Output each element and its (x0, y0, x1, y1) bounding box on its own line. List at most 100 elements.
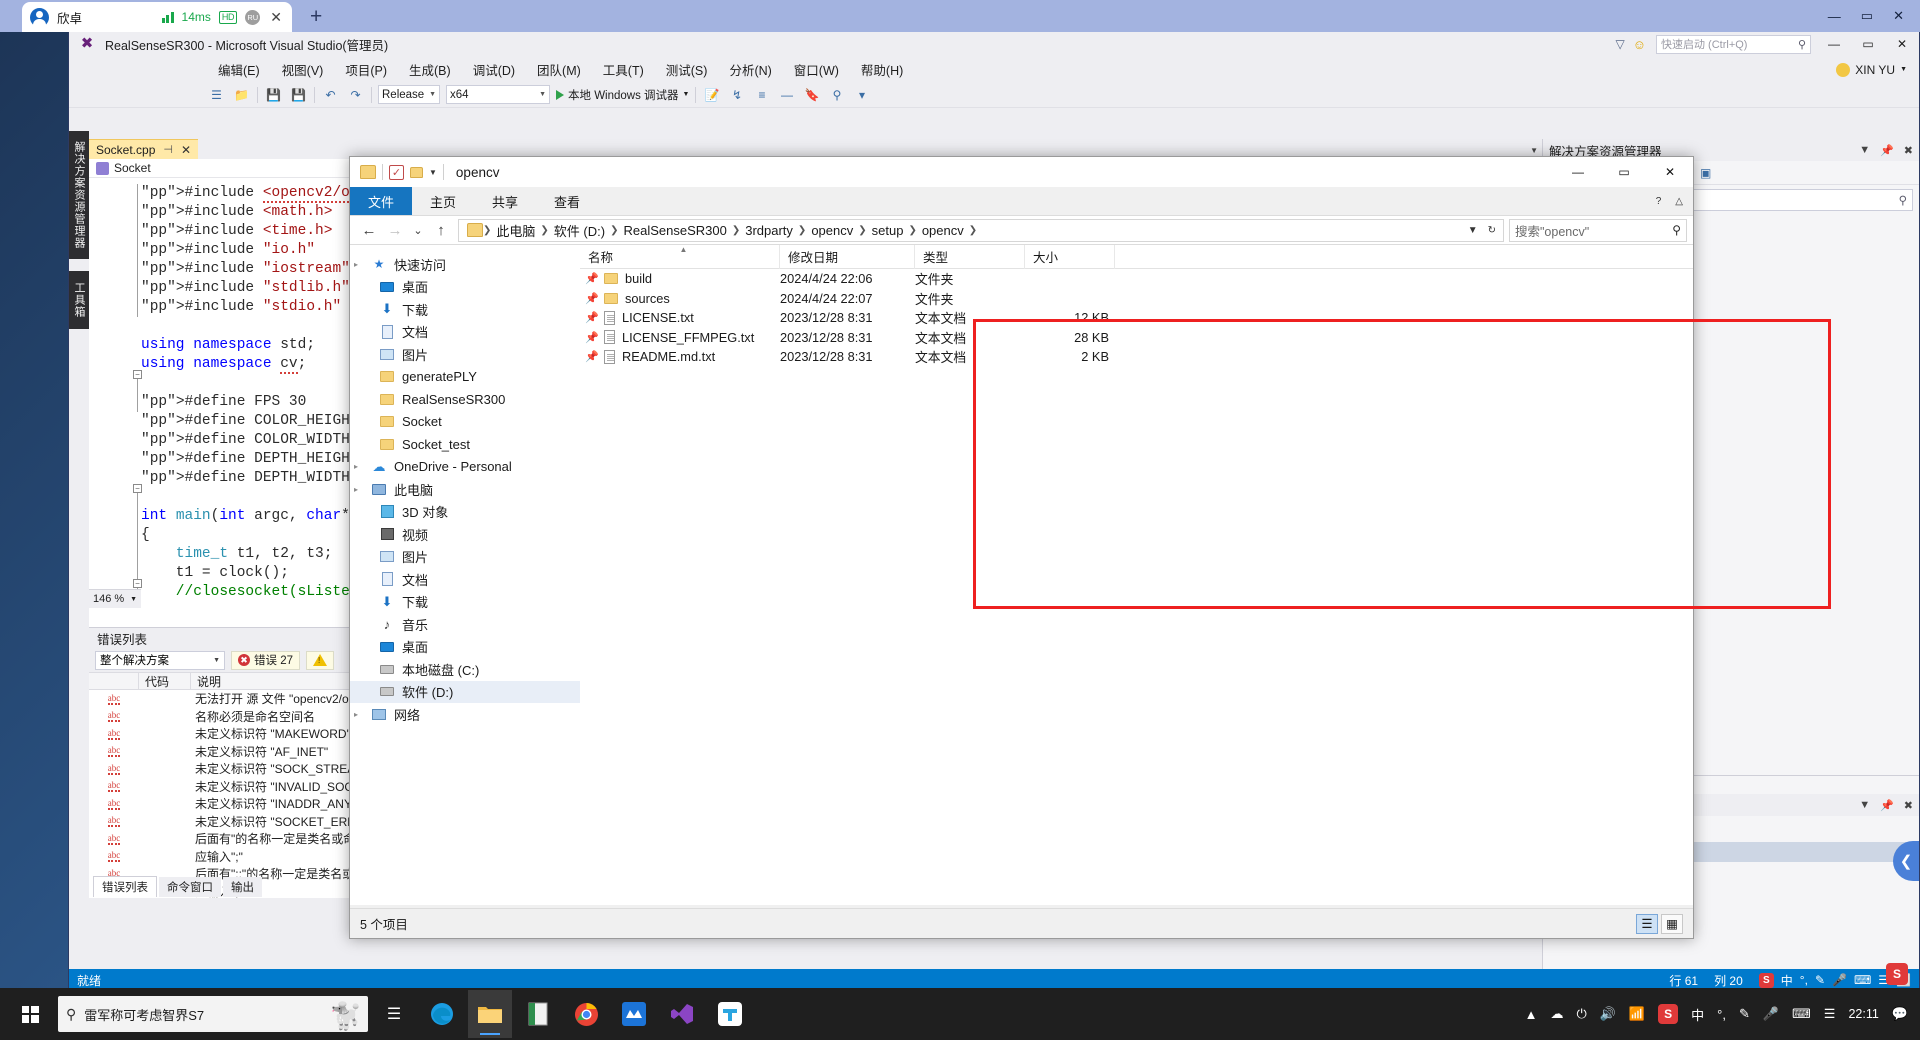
ime-sogou-icon[interactable]: S (1886, 963, 1908, 985)
ribbon-tab-file[interactable]: 文件 (350, 187, 413, 215)
breadcrumb-3rdparty[interactable]: 3rdparty (740, 223, 798, 238)
fold-toggle-icon[interactable]: − (133, 370, 142, 379)
tray-onedrive-icon[interactable]: ☁ (1550, 1006, 1563, 1022)
open-file-icon[interactable]: 📁 (232, 85, 251, 104)
pin-icon[interactable]: ⊣ (163, 143, 173, 156)
pin-icon[interactable]: 📌 (580, 350, 604, 363)
column-type[interactable]: 类型 (915, 244, 1025, 269)
taskbar-visual-studio-icon[interactable] (660, 990, 704, 1038)
task-view-button[interactable]: ☰ (372, 990, 416, 1038)
refresh-icon[interactable]: ↻ (1488, 225, 1496, 236)
large-icons-view-button[interactable]: ▦ (1661, 913, 1683, 934)
nav-item-文档[interactable]: 文档 (350, 568, 580, 591)
menu-item-edit[interactable]: 编辑(E) (207, 58, 271, 81)
nav-item-3d-对象[interactable]: 3D 对象 (350, 501, 580, 524)
panel-dropdown-icon[interactable]: ▼ (1859, 799, 1870, 812)
explorer-minimize-button[interactable]: — (1555, 157, 1601, 187)
tray-ime-menu-icon[interactable]: ☰ (1824, 1006, 1836, 1022)
explorer-maximize-button[interactable]: ▭ (1601, 157, 1647, 187)
nav-recent-button[interactable]: ⌄ (408, 217, 428, 243)
expand-chevron-icon[interactable]: ▸ (354, 485, 364, 494)
panel-pin-icon[interactable]: 📌 (1880, 144, 1894, 157)
explorer-close-button[interactable]: ✕ (1647, 157, 1693, 187)
column-name[interactable]: ▲ 名称 (580, 244, 780, 269)
panel-close-icon[interactable]: ✖ (1904, 799, 1913, 812)
nav-item-此电脑[interactable]: ▸ 此电脑 (350, 478, 580, 501)
menu-item-build[interactable]: 生成(B) (398, 58, 462, 81)
nav-item-桌面[interactable]: 桌面 (350, 276, 580, 299)
expand-chevron-icon[interactable]: ▸ (354, 710, 364, 719)
menu-item-test[interactable]: 测试(S) (655, 58, 719, 81)
nav-item-软件-d-[interactable]: 软件 (D:) (350, 680, 580, 703)
nav-item-下载[interactable]: ⬇ 下载 (350, 298, 580, 321)
menu-item-help[interactable]: 帮助(H) (850, 58, 914, 81)
tab-error-list[interactable]: 错误列表 (93, 876, 157, 897)
remote-minimize-button[interactable]: — (1828, 9, 1841, 24)
ribbon-help-icon[interactable]: ? (1656, 196, 1662, 207)
taskbar-edge-icon[interactable] (420, 990, 464, 1038)
tray-sogou-icon[interactable]: S (1658, 1004, 1679, 1024)
sidebar-tab-solution-explorer[interactable]: 解决方案资源管理器 (69, 131, 89, 259)
expand-chevron-icon[interactable]: ▸ (354, 260, 364, 269)
breadcrumb-realsensesr300[interactable]: RealSenseSR300 (618, 223, 731, 238)
nav-item-realsensesr300[interactable]: RealSenseSR300 (350, 388, 580, 411)
taskbar-chrome-icon[interactable] (564, 990, 608, 1038)
nav-item-本地磁盘-c-[interactable]: 本地磁盘 (C:) (350, 658, 580, 681)
tray-volume-icon[interactable]: 🔊 (1600, 1006, 1616, 1022)
taskbar-clock[interactable]: 22:11 (1848, 1007, 1878, 1022)
new-folder-quick-icon[interactable] (410, 166, 423, 178)
quick-launch-input[interactable]: 快速启动 (Ctrl+Q) ⚲ (1656, 34, 1811, 54)
taskbar-app-blue-icon[interactable] (612, 990, 656, 1038)
file-row[interactable]: 📌 LICENSE_FFMPEG.txt 2023/12/28 8:31 文本文档 28… (580, 328, 1693, 348)
solution-config-dropdown[interactable]: Release ▼ (378, 85, 440, 104)
feedback-filter-icon[interactable]: ▽ (1615, 37, 1624, 51)
remote-session-tab[interactable]: 欣卓 14ms HD RU ✕ (22, 2, 292, 32)
properties-quick-icon[interactable]: ✓ (389, 164, 404, 180)
error-scope-dropdown[interactable]: 整个解决方案 ▼ (95, 650, 225, 670)
error-col-icon[interactable] (89, 672, 139, 690)
pin-icon[interactable]: 📌 (580, 292, 604, 305)
nav-back-button[interactable]: ← (356, 217, 382, 243)
nav-item-generateply[interactable]: generatePLY (350, 366, 580, 389)
find-icon[interactable]: ⚲ (827, 85, 846, 104)
breadcrumb-drive-d[interactable]: 软件 (D:) (549, 221, 610, 240)
customize-quick-access-icon[interactable]: ▼ (429, 168, 437, 177)
nav-item-图片[interactable]: 图片 (350, 546, 580, 569)
nav-item-网络[interactable]: ▸ 网络 (350, 703, 580, 726)
ime-keyboard-icon[interactable]: ⌨ (1854, 973, 1871, 987)
taskbar-teams-icon[interactable] (708, 990, 752, 1038)
taskbar-notes-icon[interactable] (516, 990, 560, 1038)
undo-icon[interactable]: ↶ (321, 85, 340, 104)
error-col-code[interactable]: 代码 (139, 672, 191, 690)
redo-icon[interactable]: ↷ (346, 85, 365, 104)
breadcrumb-this-pc[interactable]: 此电脑 (491, 221, 540, 240)
ribbon-tab-home[interactable]: 主页 (412, 187, 474, 215)
fold-toggle-icon[interactable]: − (133, 579, 142, 588)
breadcrumb-opencv[interactable]: opencv (806, 223, 858, 238)
nav-item-桌面[interactable]: 桌面 (350, 636, 580, 659)
indent-icon[interactable]: ≡ (752, 85, 771, 104)
start-button[interactable] (6, 988, 54, 1040)
ribbon-tab-view[interactable]: 查看 (536, 187, 598, 215)
remote-maximize-button[interactable]: ▭ (1861, 8, 1873, 24)
tab-command-window[interactable]: 命令窗口 (159, 877, 221, 897)
feedback-smiley-icon[interactable]: ☺ (1633, 37, 1646, 52)
menu-item-window[interactable]: 窗口(W) (783, 58, 850, 81)
close-tab-icon[interactable]: ✕ (268, 9, 284, 26)
notification-center-icon[interactable]: 💬 (1892, 1006, 1908, 1022)
file-row[interactable]: 📌 LICENSE.txt 2023/12/28 8:31 文本文档 12 KB (580, 308, 1693, 328)
panel-close-icon[interactable]: ✖ (1904, 144, 1913, 157)
ime-punct-icon[interactable]: °, (1800, 973, 1808, 987)
warning-count-badge[interactable] (306, 650, 334, 670)
error-count-badge[interactable]: ✖ 错误 27 (231, 650, 300, 670)
file-row[interactable]: 📌 sources 2024/4/24 22:07 文件夹 (580, 289, 1693, 309)
panel-pin-icon[interactable]: 📌 (1880, 799, 1894, 812)
start-debug-button[interactable]: 本地 Windows 调试器 ▼ (556, 87, 689, 103)
pin-icon[interactable]: 📌 (580, 311, 604, 324)
editor-tab-socket-cpp[interactable]: Socket.cpp ⊣ ✕ (89, 139, 199, 159)
vs-maximize-button[interactable]: ▭ (1851, 32, 1885, 57)
nav-item-图片[interactable]: 图片 (350, 343, 580, 366)
tray-ime-mic-icon[interactable]: 🎤 (1763, 1006, 1779, 1022)
menu-item-view[interactable]: 视图(V) (271, 58, 335, 81)
tray-ime-punct-icon[interactable]: °, (1717, 1007, 1726, 1022)
